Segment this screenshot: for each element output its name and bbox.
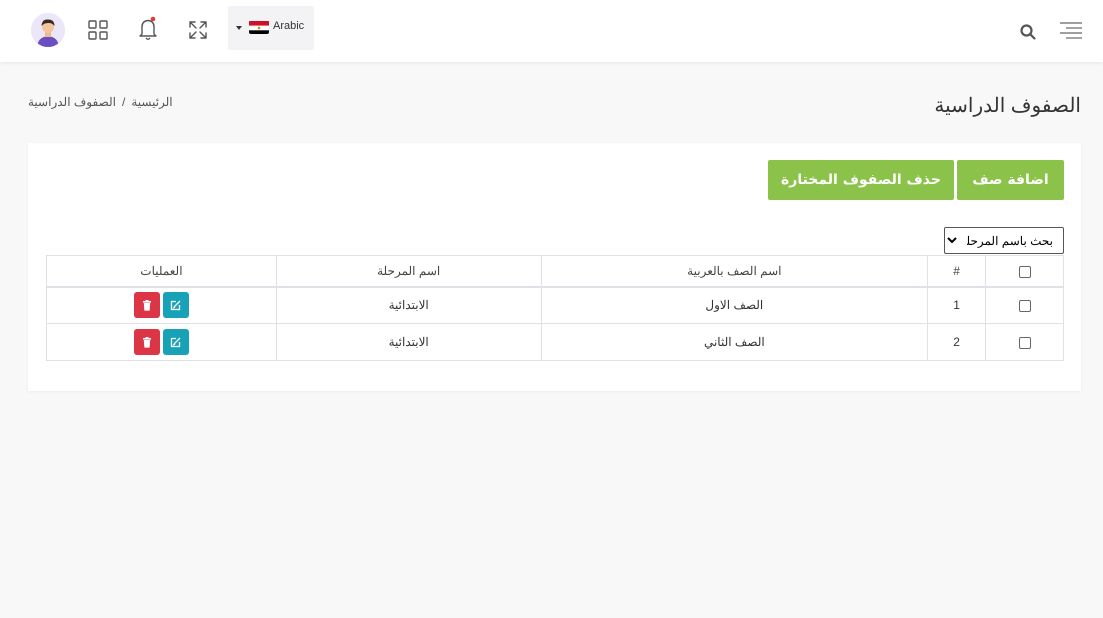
egypt-flag-icon	[249, 20, 269, 34]
select-all-checkbox[interactable]	[1018, 265, 1031, 278]
top-navbar: Arabic	[0, 0, 1103, 62]
row-select-cell	[985, 323, 1064, 361]
notification-bell-icon[interactable]	[138, 16, 160, 42]
edit-row-button[interactable]	[162, 292, 189, 319]
classes-table: # اسم الصف بالعربية اسم المرحلة العمليات…	[46, 255, 1064, 361]
caret-down-icon	[236, 26, 242, 30]
row-number: 2	[927, 323, 987, 361]
row-class-name: الصف الثاني	[540, 323, 929, 361]
table-row: 2 الصف الثاني الابتدائية	[46, 323, 1064, 361]
row-select-cell	[985, 286, 1064, 324]
row-number: 1	[927, 286, 987, 324]
row-checkbox[interactable]	[1018, 336, 1031, 349]
delete-row-button[interactable]	[133, 292, 160, 319]
add-class-button[interactable]: اضافة صف	[957, 160, 1064, 200]
header-class-name: اسم الصف بالعربية	[540, 255, 929, 288]
user-avatar[interactable]	[31, 13, 65, 47]
delete-selected-classes-button[interactable]: حذف الصفوف المختارة	[768, 160, 954, 200]
stage-filter-select[interactable]: بحث باسم المرحلة	[944, 227, 1064, 254]
header-number: #	[927, 255, 987, 288]
edit-icon	[171, 337, 181, 347]
header-operations: العمليات	[46, 255, 277, 288]
breadcrumb-home-link[interactable]: الرئيسية	[131, 95, 172, 109]
apps-grid-icon[interactable]	[88, 20, 108, 40]
language-selector[interactable]: Arabic	[228, 6, 314, 50]
search-icon[interactable]	[1019, 23, 1037, 41]
table-header-row: # اسم الصف بالعربية اسم المرحلة العمليات	[46, 255, 1064, 288]
breadcrumb: الرئيسية / الصفوف الدراسية	[28, 95, 173, 109]
classes-card: اضافة صف حذف الصفوف المختارة بحث باسم ال…	[28, 143, 1081, 391]
row-stage-name: الابتدائية	[275, 286, 542, 324]
row-operations	[46, 323, 277, 361]
row-class-name: الصف الاول	[540, 286, 929, 324]
fullscreen-expand-icon[interactable]	[187, 19, 209, 41]
language-label: Arabic	[273, 20, 305, 32]
menu-toggle-icon[interactable]	[1059, 21, 1083, 41]
header-select-all-cell	[985, 255, 1064, 288]
table-row: 1 الصف الاول الابتدائية	[46, 286, 1064, 324]
row-actions	[133, 292, 189, 319]
header-stage-name: اسم المرحلة	[275, 255, 542, 288]
row-stage-name: الابتدائية	[275, 323, 542, 361]
edit-icon	[171, 300, 181, 310]
row-checkbox[interactable]	[1018, 300, 1031, 313]
delete-row-button[interactable]	[133, 329, 160, 355]
row-operations	[46, 286, 277, 324]
breadcrumb-separator: /	[121, 95, 126, 109]
trash-icon	[142, 336, 151, 348]
trash-icon	[142, 299, 151, 311]
page-title: الصفوف الدراسية	[934, 95, 1081, 117]
row-actions	[133, 329, 189, 355]
edit-row-button[interactable]	[162, 329, 189, 355]
breadcrumb-current: الصفوف الدراسية	[28, 95, 116, 109]
